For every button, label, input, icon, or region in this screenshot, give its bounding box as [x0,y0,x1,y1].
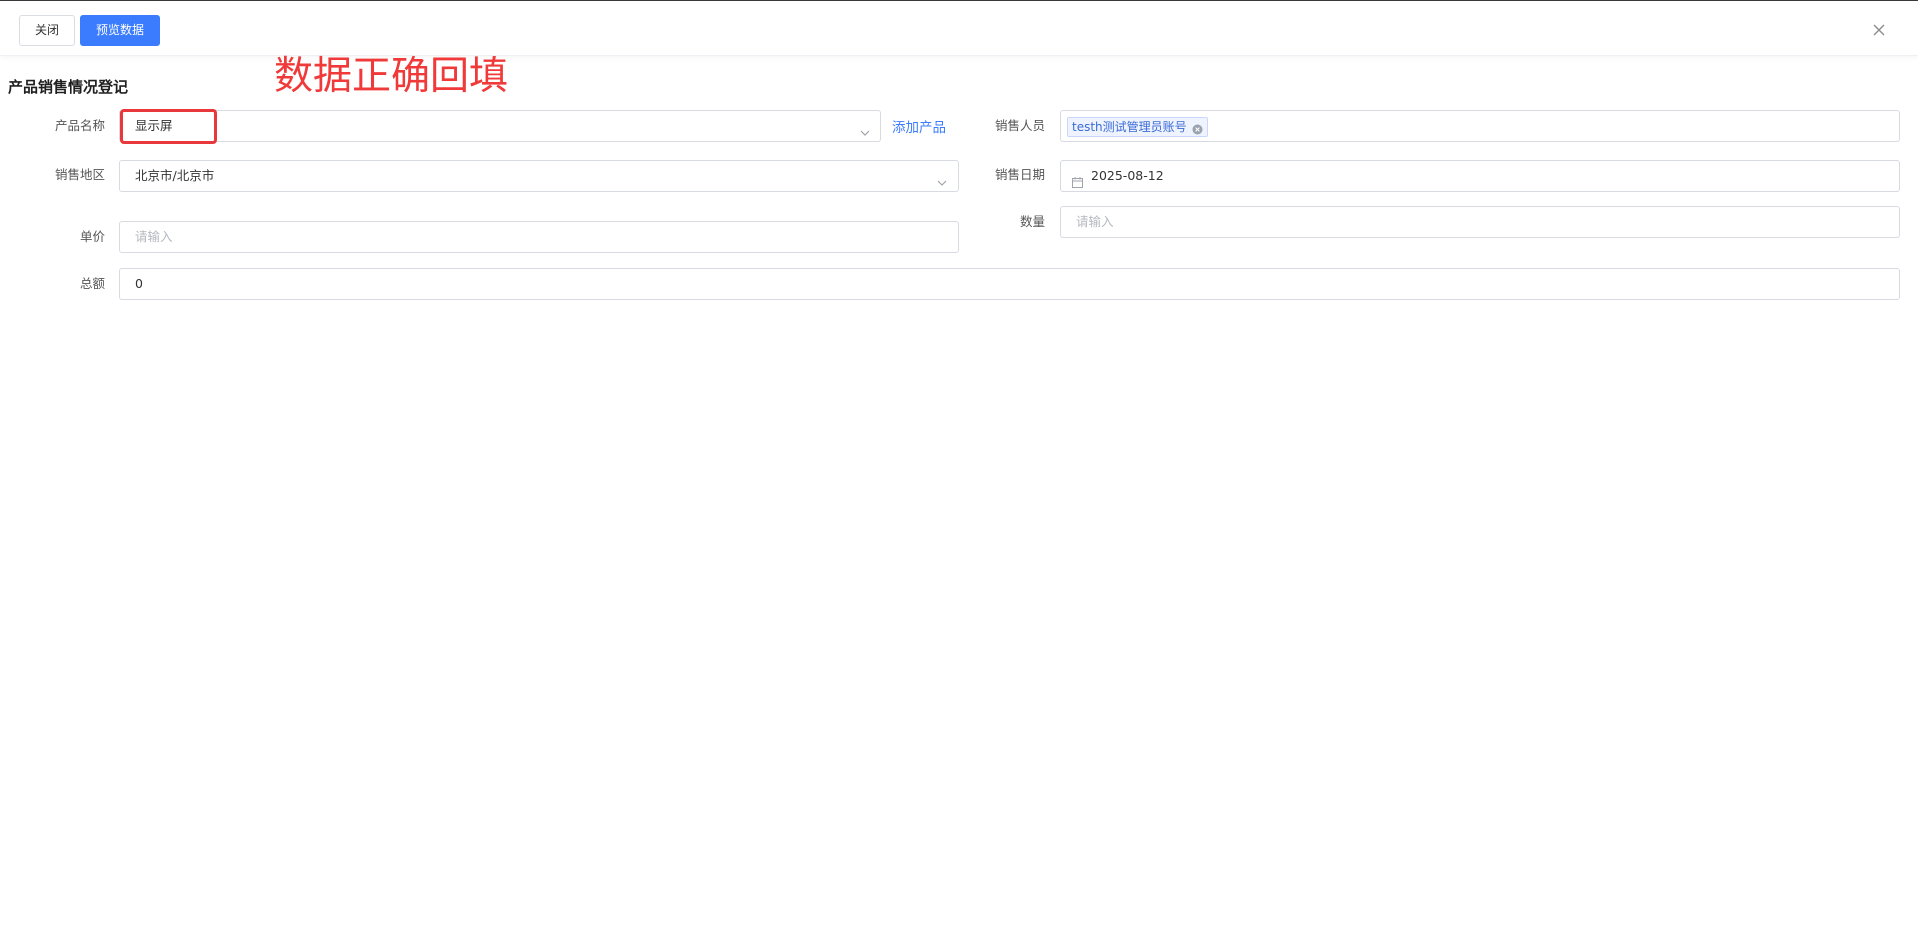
product-name-select[interactable]: 显示屏 [119,110,881,142]
salesperson-label: 销售人员 [994,118,1045,133]
close-icon[interactable] [1869,20,1889,40]
preview-data-button[interactable]: 预览数据 [80,15,160,46]
toolbar: 关闭 预览数据 [0,1,1918,56]
unit-price-label: 单价 [79,229,105,244]
form-title: 产品销售情况登记 [8,78,129,96]
total-input[interactable]: 0 [119,268,1900,300]
salesperson-tag: testh测试管理员账号 [1067,117,1208,137]
unit-price-input[interactable]: 请输入 [119,221,959,253]
quantity-input[interactable]: 请输入 [1060,206,1900,238]
chevron-down-icon [936,170,948,186]
add-product-link[interactable]: 添加产品 [892,118,946,138]
product-name-value: 显示屏 [135,118,173,133]
total-label: 总额 [79,276,105,291]
quantity-placeholder: 请输入 [1076,214,1114,229]
form-page: 关闭 预览数据 产品销售情况登记 数据正确回填 产品名称 显示屏 添加产品 销售… [0,0,1918,930]
sale-date-label: 销售日期 [994,167,1045,182]
region-cascader[interactable]: 北京市/北京市 [119,160,959,192]
region-label: 销售地区 [54,167,105,182]
product-name-label: 产品名称 [54,118,105,133]
unit-price-placeholder: 请输入 [135,229,173,244]
sale-date-value: 2025-08-12 [1091,168,1164,183]
annotation-text: 数据正确回填 [274,54,509,99]
quantity-label: 数量 [1019,214,1045,229]
tag-remove-icon[interactable] [1192,122,1203,135]
calendar-icon [1071,170,1084,188]
chevron-down-icon [859,120,871,136]
close-button[interactable]: 关闭 [19,15,75,46]
region-value: 北京市/北京市 [135,168,215,183]
sale-date-picker[interactable]: 2025-08-12 [1060,160,1900,192]
salesperson-tag-text: testh测试管理员账号 [1072,120,1187,134]
total-value: 0 [135,276,143,291]
